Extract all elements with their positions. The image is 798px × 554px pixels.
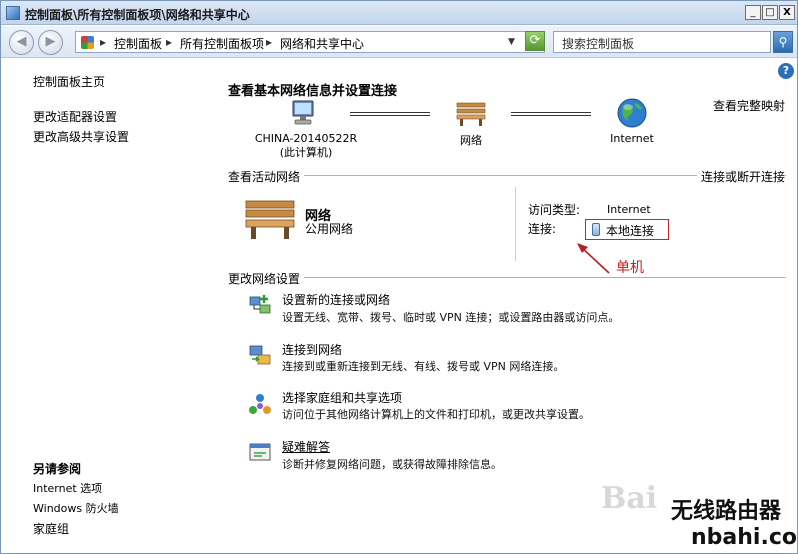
help-icon[interactable]: ? [778,63,794,79]
access-type-value: Internet [607,203,651,216]
connect-network-link[interactable]: 连接到网络 [282,341,342,358]
maximize-button[interactable]: □ [762,5,778,20]
breadcrumb-network-center[interactable]: 网络和共享中心 [280,35,364,52]
connections-label: 连接: [528,222,557,236]
address-toolbar: ◀ ▶ ▸ 控制面板 ▸ 所有控制面板项 ▸ 网络和共享中心 ▼ ⟳ 搜索控制面… [1,26,797,58]
refresh-button[interactable]: ⟳ [525,31,545,51]
access-type-label: 访问类型: [528,203,581,217]
see-also-heading: 另请参阅 [33,462,82,476]
window-title: 控制面板\所有控制面板项\网络和共享中心 [25,8,250,22]
globe-icon[interactable] [616,97,648,129]
connect-disconnect-link[interactable]: 连接或断开连接 [697,168,786,185]
setup-connection-desc: 设置无线、宽带、拨号、临时或 VPN 连接；或设置路由器或访问点。 [282,311,620,324]
breadcrumb-control-panel[interactable]: 控制面板 [114,35,162,52]
homegroup-icon [249,394,271,414]
divider [515,187,516,261]
network-type-link[interactable]: 公用网络 [305,220,353,237]
bench-icon[interactable] [455,99,487,127]
ethernet-icon [592,223,600,236]
address-bar[interactable]: ▸ 控制面板 ▸ 所有控制面板项 ▸ 网络和共享中心 ▼ [75,31,545,53]
troubleshoot-link[interactable]: 疑难解答 [282,438,330,455]
control-panel-icon [6,6,20,20]
back-button[interactable]: ◀ [9,30,34,55]
connect-network-icon [249,345,271,365]
control-panel-icon [81,36,94,49]
network-label: 网络 [460,134,482,147]
annotation-arrow-icon [577,243,610,274]
setup-connection-link[interactable]: 设置新的连接或网络 [282,291,390,308]
minimize-button[interactable]: _ [745,5,761,20]
sidebar-item-adapter-settings[interactable]: 更改适配器设置 [33,108,117,125]
bench-icon [245,200,295,239]
close-button[interactable]: X [779,5,795,20]
forward-button[interactable]: ▶ [38,30,63,55]
baidu-watermark: Bai [601,481,658,516]
homegroup-desc: 访问位于其他网络计算机上的文件和打印机，或更改共享设置。 [282,408,590,421]
chevron-down-icon[interactable]: ▼ [508,37,515,47]
local-connection-link[interactable]: 本地连接 [606,222,654,239]
page-title: 查看基本网络信息并设置连接 [228,84,398,99]
sidebar-item-advanced-sharing[interactable]: 更改高级共享设置 [33,128,129,145]
chevron-right-icon[interactable]: ▸ [266,35,272,49]
link-line-network-internet [511,112,591,116]
troubleshoot-icon [249,443,271,461]
new-connection-icon [249,295,271,314]
chevron-right-icon[interactable]: ▸ [166,35,172,49]
annotation-label: 单机 [616,260,644,276]
breadcrumb-all-items[interactable]: 所有控制面板项 [180,35,264,52]
brand-watermark: 无线路由器 [671,498,782,524]
see-also-internet-options[interactable]: Internet 选项 [33,480,102,496]
computer-sub-label: (此计算机) [279,146,333,159]
sidebar-item-home[interactable]: 控制面板主页 [33,73,105,90]
view-full-map-link[interactable]: 查看完整映射 [713,97,785,114]
computer-icon[interactable] [289,99,317,127]
network-sharing-center-window: 控制面板\所有控制面板项\网络和共享中心 _ □ X ◀ ▶ ▸ 控制面板 ▸ … [0,0,798,554]
site-watermark: nbahi.com [691,525,798,550]
change-settings-heading: 更改网络设置 [228,270,305,287]
active-networks-heading: 查看活动网络 [228,168,305,185]
chevron-right-icon[interactable]: ▸ [100,35,106,49]
see-also-homegroup[interactable]: 家庭组 [33,520,69,537]
local-connection-highlight: 本地连接 [585,219,669,240]
link-line-computer-network [350,112,430,116]
connect-network-desc: 连接到或重新连接到无线、有线、拨号或 VPN 网络连接。 [282,360,565,373]
search-input[interactable]: 搜索控制面板 [553,31,771,53]
internet-label: Internet [610,132,654,145]
troubleshoot-desc: 诊断并修复网络问题，或获得故障排除信息。 [282,458,502,471]
see-also-firewall[interactable]: Windows 防火墙 [33,500,119,516]
homegroup-link[interactable]: 选择家庭组和共享选项 [282,389,402,406]
search-icon[interactable]: ⚲ [773,31,793,53]
divider [228,277,786,278]
title-bar: 控制面板\所有控制面板项\网络和共享中心 _ □ X [1,1,797,25]
